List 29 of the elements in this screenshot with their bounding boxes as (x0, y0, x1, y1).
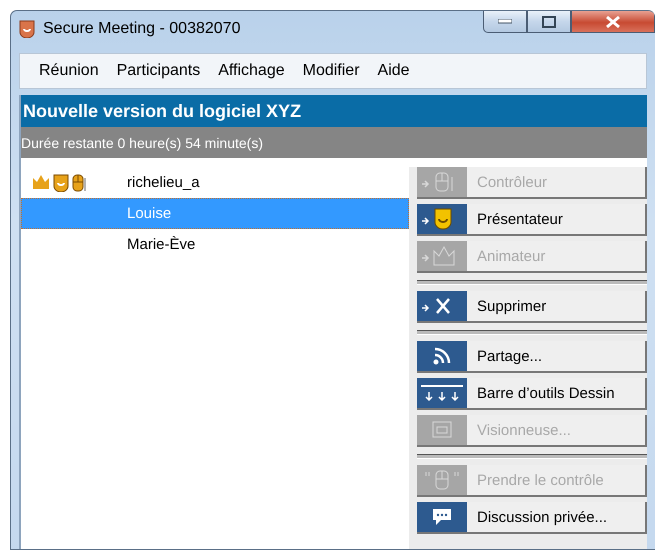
maximize-icon (542, 16, 556, 28)
menu-item[interactable]: Modifier (294, 62, 369, 80)
mask-icon (53, 174, 69, 192)
crown-icon (32, 174, 50, 190)
maximize-button[interactable] (527, 11, 571, 33)
action-button[interactable]: Partage... (417, 341, 647, 373)
menu-item[interactable]: Participants (108, 62, 210, 80)
banner: Nouvelle version du logiciel XYZ (21, 95, 647, 127)
mouse-icon (72, 174, 88, 192)
close-icon (605, 14, 621, 28)
participant-name: richelieu_a (127, 174, 200, 191)
menu-item[interactable]: Aide (368, 62, 419, 80)
action-button[interactable]: Barre d’outils Dessin (417, 378, 647, 410)
close-button[interactable] (571, 11, 655, 33)
action-button[interactable]: Discussion privée... (417, 502, 647, 534)
toolbar-icon (421, 385, 463, 401)
action-button[interactable]: Présentateur (417, 204, 647, 236)
participant-row[interactable]: richelieu_a (21, 167, 409, 198)
participant-name: Louise (127, 205, 172, 222)
action-button[interactable]: Supprimer (417, 291, 647, 323)
menu-item[interactable]: Affichage (209, 62, 294, 80)
window-title: Secure Meeting - 00382070 (43, 20, 240, 38)
mask-icon (19, 20, 35, 38)
status-bar: Durée restante 0 heure(s) 54 minute(s) (21, 127, 647, 158)
minimize-icon (498, 19, 512, 24)
participant-name: Marie-Ève (127, 236, 196, 253)
minimize-button[interactable] (483, 11, 527, 33)
menu-item[interactable]: Réunion (30, 62, 108, 80)
participant-row[interactable]: Marie-Ève (21, 229, 409, 260)
